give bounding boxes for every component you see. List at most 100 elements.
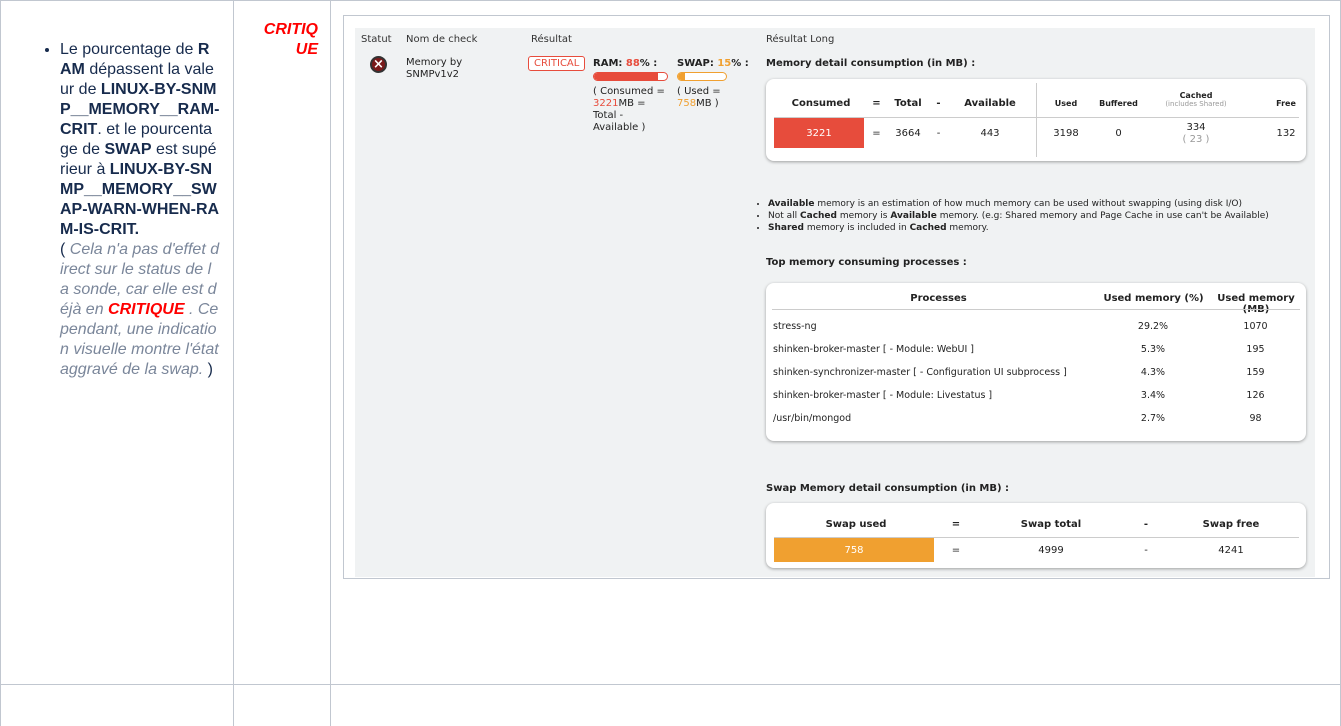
process-mb: 126: [1246, 390, 1265, 401]
ram-details: ( Consumed = 3221MB = Total - Available …: [593, 86, 673, 134]
process-name: stress-ng: [773, 321, 817, 332]
check-detail: Statut Nom de check Résultat Résultat Lo…: [355, 28, 1315, 577]
total-value: 3664: [895, 128, 921, 139]
header-status: Statut: [361, 34, 392, 45]
swap-progress-bar: [677, 72, 727, 81]
memory-note: Shared memory is included in Cached memo…: [768, 222, 1269, 234]
used-value: 3198: [1053, 128, 1079, 139]
header-name: Nom de check: [406, 34, 478, 45]
col-swap-minus: -: [1143, 519, 1149, 530]
table-top-border: [0, 0, 1341, 1]
process-name: shinken-broker-master [ - Module: WebUI …: [773, 344, 975, 355]
swap-used-value: 758: [677, 98, 697, 109]
col-swap-total: Swap total: [1020, 519, 1082, 530]
note-text: memory is an estimation of how much memo…: [814, 199, 1243, 209]
process-mb: 159: [1246, 367, 1265, 378]
process-mb: 1070: [1243, 321, 1268, 332]
ram-pct: 88: [625, 58, 640, 69]
memory-notes: Available memory is an estimation of how…: [758, 198, 1269, 234]
ram-consumed-value: 3221: [593, 98, 619, 109]
description-cell: Le pourcentage de RAM dépassent la valeu…: [40, 40, 220, 380]
card-separator: [772, 309, 1300, 310]
swap-details: ( Used = 758MB ): [677, 86, 747, 110]
process-row: shinken-synchronizer-master [ - Configur…: [773, 362, 1308, 384]
header-result: Résultat: [531, 34, 572, 45]
swap-detail-card: Swap used = Swap total - Swap free 758 =…: [766, 503, 1306, 568]
process-pct: 4.3%: [1140, 367, 1166, 378]
col-minus: -: [936, 98, 941, 109]
shared-value: ( 23 ): [1182, 134, 1210, 145]
col-eq: =: [872, 98, 881, 109]
col-used: Used: [1054, 99, 1078, 108]
process-row: shinken-broker-master [ - Module: Livest…: [773, 385, 1308, 407]
note-bold: Available: [768, 199, 815, 209]
process-row: /usr/bin/mongod 2.7% 98: [773, 408, 1308, 430]
ram-detail-line: Available ): [593, 122, 646, 133]
available-value: 443: [980, 128, 1000, 139]
process-name: /usr/bin/mongod: [773, 413, 852, 424]
check-name-line: Memory by: [406, 57, 463, 68]
swap-detail-title: Swap Memory detail consumption (in MB) :: [766, 483, 1010, 494]
table-left-border: [0, 0, 1, 726]
swap-pct: 15: [717, 58, 732, 69]
note-text: Not all: [768, 211, 801, 221]
col-swap-free: Swap free: [1202, 519, 1260, 530]
note-text: memory is included in: [803, 223, 910, 233]
ram-detail-unit: MB =: [618, 98, 646, 109]
ram-detail-line: Total -: [593, 110, 624, 121]
description-item: Le pourcentage de RAM dépassent la valeu…: [60, 40, 220, 380]
card-divider: [1036, 83, 1037, 157]
note-bold: Available: [890, 211, 937, 221]
ram-progress-bar: [593, 72, 668, 81]
screenshot-panel: Statut Nom de check Résultat Résultat Lo…: [343, 15, 1330, 579]
cached-value: 334: [1186, 122, 1206, 133]
swap-detail-line: ( Used =: [677, 86, 721, 97]
swap-progress-fill: [678, 73, 686, 80]
check-name[interactable]: Memory by SNMPv1v2: [406, 57, 462, 81]
process-name: shinken-broker-master [ - Module: Livest…: [773, 390, 993, 401]
col-swap-used: Swap used: [825, 519, 887, 530]
ram-progress-fill: [594, 73, 659, 80]
status-cell: CRITIQUE: [263, 21, 318, 58]
process-row: stress-ng 29.2% 1070: [773, 316, 1308, 338]
col-processes: Processes: [910, 293, 967, 304]
desc-bold-swap: SWAP: [104, 141, 152, 158]
desc-paren: (: [60, 241, 66, 258]
col-available: Available: [964, 98, 1016, 109]
col-cached-sub: (includes Shared): [1165, 100, 1227, 108]
swap-free-value: 4241: [1218, 545, 1244, 556]
memory-note: Not all Cached memory is Available memor…: [768, 210, 1269, 222]
swap-detail-unit: MB ): [696, 98, 719, 109]
processes-title: Top memory consuming processes :: [766, 257, 967, 268]
desc-text: Le pourcentage de: [60, 41, 198, 58]
memory-note: Available memory is an estimation of how…: [768, 198, 1269, 210]
swap-used-value: 758: [844, 545, 864, 556]
swap-pct-suffix: % :: [731, 58, 749, 69]
col-used-pct: Used memory (%): [1103, 293, 1204, 304]
process-pct: 29.2%: [1137, 321, 1169, 332]
col-cached: Cached: [1179, 91, 1213, 100]
col-swap-eq: =: [951, 519, 961, 530]
note-bold: Cached: [800, 211, 837, 221]
ram-detail-line: ( Consumed =: [593, 86, 665, 97]
desc-paren: ): [203, 361, 213, 378]
ram-label: RAM: 88% :: [593, 58, 657, 70]
column-divider-2: [330, 0, 331, 726]
note-bold: Cached: [909, 223, 947, 233]
col-free: Free: [1276, 99, 1296, 108]
buffered-value: 0: [1115, 128, 1122, 139]
description-list: Le pourcentage de RAM dépassent la valeu…: [40, 40, 220, 380]
header-long-result: Résultat Long: [766, 34, 835, 45]
col-consumed: Consumed: [791, 98, 851, 109]
col-used-mb: Used memory (MB): [1217, 293, 1295, 315]
eq-value: =: [872, 128, 881, 139]
ram-pct-suffix: % :: [639, 58, 658, 69]
note-text: memory is: [836, 211, 891, 221]
process-row: shinken-broker-master [ - Module: WebUI …: [773, 339, 1308, 361]
process-name: shinken-synchronizer-master [ - Configur…: [773, 367, 1067, 378]
critical-status-icon: ×: [370, 56, 387, 73]
col-buffered: Buffered: [1099, 99, 1138, 108]
swap-label-text: SWAP:: [677, 58, 718, 69]
process-mb: 98: [1249, 413, 1262, 424]
row-separator: [0, 684, 1341, 685]
